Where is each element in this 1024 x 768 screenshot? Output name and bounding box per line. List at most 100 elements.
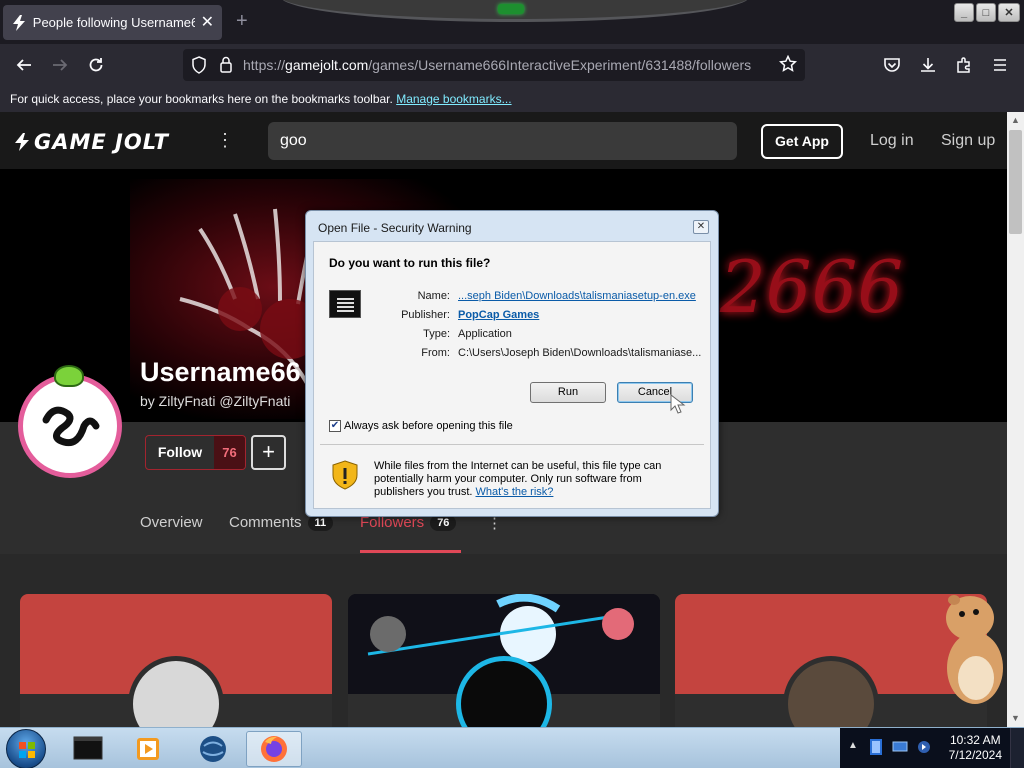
add-to-playlist-button[interactable]: + <box>251 435 286 470</box>
gamejolt-favicon-icon <box>11 14 27 31</box>
bookmarks-hint: For quick access, place your bookmarks h… <box>10 92 393 106</box>
url-path: /games/Username666InteractiveExperiment/… <box>368 57 752 73</box>
shield-icon[interactable] <box>191 56 207 79</box>
window-controls: _ □ ✕ <box>954 3 1020 22</box>
tab-overview[interactable]: Overview <box>140 514 203 531</box>
url-host: gamejolt.com <box>285 57 369 73</box>
system-tray: ▲ 10:32 AM 7/12/2024 <box>840 728 1024 768</box>
warning-message: While files from the Internet can be use… <box>374 460 694 499</box>
gamejolt-logo[interactable]: GAME JOLT <box>14 130 169 154</box>
new-tab-button[interactable]: + <box>236 11 248 31</box>
taskbar-globe-icon[interactable] <box>185 731 241 767</box>
follow-label: Follow <box>157 444 203 460</box>
follow-button[interactable]: Follow 76 <box>145 435 246 470</box>
whats-the-risk-link[interactable]: What's the risk? <box>476 486 554 498</box>
get-app-button[interactable]: Get App <box>761 124 843 159</box>
run-button[interactable]: Run <box>530 382 606 403</box>
scroll-thumb[interactable] <box>1009 130 1022 234</box>
field-from-label: From: <box>421 347 450 359</box>
login-link[interactable]: Log in <box>870 132 914 150</box>
ornament-gem <box>498 4 524 14</box>
profile-byline[interactable]: by ZiltyFnati @ZiltyFnati <box>140 393 290 409</box>
field-from-value: C:\Users\Joseph Biden\Downloads\talisman… <box>458 347 702 359</box>
checkbox-label: Always ask before opening this file <box>344 420 513 432</box>
tray-app-icon[interactable] <box>868 738 884 761</box>
forward-arrow-icon[interactable] <box>51 56 69 74</box>
gamejolt-bolt-icon <box>15 133 29 151</box>
url-text[interactable]: https://gamejolt.com/games/Username666In… <box>243 57 751 73</box>
tab-close-icon[interactable]: ✕ <box>201 14 214 31</box>
taskbar-firefox-icon[interactable] <box>246 731 302 767</box>
start-button[interactable] <box>6 729 46 768</box>
avatar-glyph <box>42 406 100 447</box>
hamster-sticker-image <box>946 595 1003 704</box>
mouse-cursor-icon <box>670 393 686 414</box>
follower-avatar[interactable] <box>128 656 224 727</box>
url-bar[interactable]: https://gamejolt.com/games/Username666In… <box>183 49 805 81</box>
follower-card[interactable] <box>20 594 332 727</box>
download-icon[interactable] <box>919 56 937 74</box>
checkbox-checked-icon[interactable]: ✔ <box>329 420 341 432</box>
field-publisher-label: Publisher: <box>401 309 450 321</box>
bookmarks-toolbar: For quick access, place your bookmarks h… <box>0 86 1024 112</box>
manage-bookmarks-link[interactable]: Manage bookmarks... <box>396 92 511 106</box>
tab-overview-label: Overview <box>140 514 203 531</box>
lock-icon[interactable] <box>219 56 233 78</box>
network-icon[interactable] <box>892 740 908 759</box>
show-desktop-button[interactable] <box>1010 728 1024 768</box>
warning-shield-icon <box>332 460 358 490</box>
tab-title: People following Username666 <box>32 15 195 30</box>
close-window-button[interactable]: ✕ <box>998 3 1020 22</box>
clock-time: 10:32 AM <box>949 733 1001 747</box>
security-warning-dialog: Open File - Security Warning ✕ Do you wa… <box>305 210 719 517</box>
maximize-button[interactable]: □ <box>976 3 996 22</box>
site-menu-kebab-icon[interactable]: ⋮ <box>216 130 234 151</box>
browser-tab-active[interactable]: People following Username666 ✕ <box>3 5 222 40</box>
clock-date: 7/12/2024 <box>948 748 1002 762</box>
signup-link[interactable]: Sign up <box>941 132 995 150</box>
windows-logo-icon <box>19 742 35 758</box>
extensions-icon[interactable] <box>955 56 973 74</box>
minimize-button[interactable]: _ <box>954 3 974 22</box>
field-publisher-value[interactable]: PopCap Games <box>458 309 539 321</box>
dialog-question: Do you want to run this file? <box>329 256 491 270</box>
field-name-value[interactable]: ...seph Biden\Downloads\talismaniasetup-… <box>458 290 696 302</box>
field-type-value: Application <box>458 328 512 340</box>
always-ask-checkbox[interactable]: ✔ Always ask before opening this file <box>329 420 513 432</box>
back-arrow-icon[interactable] <box>15 56 33 74</box>
scroll-up-arrow-icon[interactable]: ▲ <box>1007 112 1024 129</box>
bookmark-star-icon[interactable] <box>778 54 798 78</box>
frog-badge-icon <box>54 365 84 387</box>
taskbar-media-player-icon[interactable] <box>120 731 176 767</box>
dialog-close-icon[interactable]: ✕ <box>693 220 709 234</box>
screen: { "browser": { "tab_title": "People foll… <box>0 0 1024 768</box>
tray-expand-icon[interactable]: ▲ <box>848 740 858 751</box>
pocket-icon[interactable] <box>883 56 901 74</box>
active-tab-underline <box>360 550 461 553</box>
logo-text: GAME JOLT <box>34 130 169 154</box>
menu-hamburger-icon[interactable] <box>991 56 1009 74</box>
profile-username: Username66 <box>140 357 301 387</box>
follow-count: 76 <box>214 436 245 469</box>
taskbar: ▲ 10:32 AM 7/12/2024 <box>0 727 1024 768</box>
field-type-label: Type: <box>423 328 450 340</box>
profile-avatar[interactable] <box>18 374 122 478</box>
follower-avatar[interactable] <box>783 656 879 727</box>
browser-tab-bar: People following Username666 ✕ + _ □ ✕ <box>0 0 1024 44</box>
taskbar-cmd-icon[interactable] <box>60 731 116 767</box>
tab-comments-label: Comments <box>229 514 302 531</box>
dialog-body: Do you want to run this file? Name: ...s… <box>313 241 711 509</box>
url-prefix: https:// <box>243 57 286 73</box>
scroll-down-arrow-icon[interactable]: ▼ <box>1007 710 1024 727</box>
system-clock[interactable]: 10:32 AM 7/12/2024 <box>949 733 1002 763</box>
follower-card[interactable] <box>348 594 660 727</box>
volume-icon[interactable] <box>916 739 932 760</box>
window-frame-ornament <box>280 0 750 22</box>
field-name-label: Name: <box>417 290 450 302</box>
browser-nav-bar: https://gamejolt.com/games/Username666In… <box>0 44 1024 86</box>
site-header: GAME JOLT ⋮ goo Get App Log in Sign up <box>0 112 1007 169</box>
dialog-title: Open File - Security Warning <box>318 221 472 235</box>
banner-title-text: 2666 <box>720 245 904 329</box>
reload-icon[interactable] <box>87 56 105 74</box>
site-search-input[interactable]: goo <box>268 122 737 160</box>
